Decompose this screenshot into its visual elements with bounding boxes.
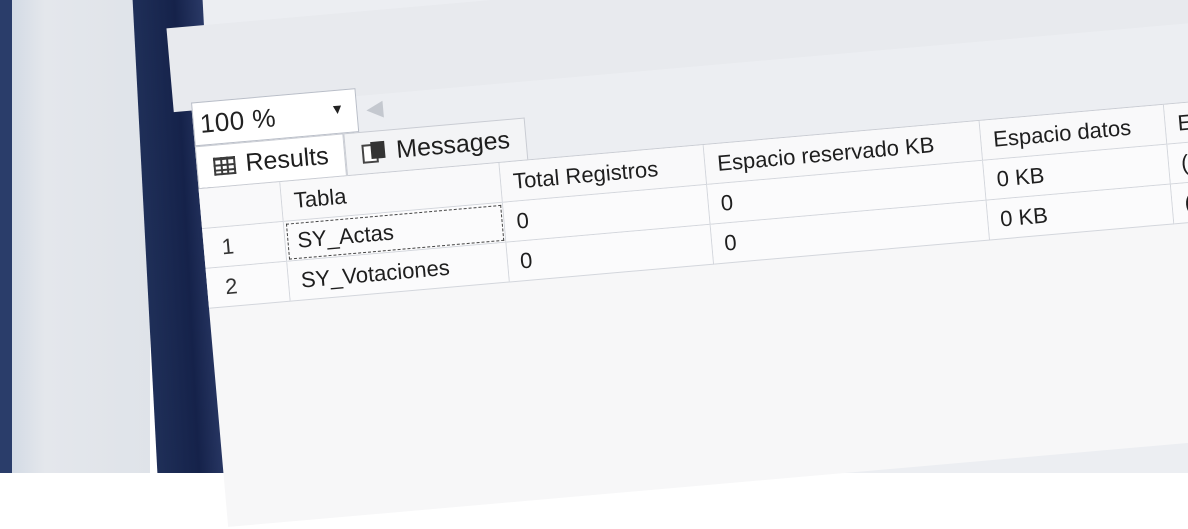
header-e[interactable]: E — [1163, 99, 1188, 145]
cell-e[interactable]: ( — [1167, 139, 1188, 185]
left-panel — [0, 0, 150, 473]
messages-icon — [361, 140, 388, 164]
left-strip — [0, 0, 12, 473]
row-number[interactable]: 2 — [205, 261, 291, 309]
cell-e[interactable]: ( — [1170, 179, 1188, 225]
chevron-down-icon: ▼ — [329, 100, 345, 118]
tab-messages-label: Messages — [395, 125, 512, 164]
tab-results-label: Results — [244, 141, 330, 177]
scroll-left-icon[interactable]: ◀ — [365, 90, 388, 128]
results-stage: 100 % ▼ ◀ Results Messages Tabla Total R… — [166, 0, 1188, 527]
grid-icon — [212, 155, 237, 176]
zoom-value: 100 % — [198, 101, 278, 139]
